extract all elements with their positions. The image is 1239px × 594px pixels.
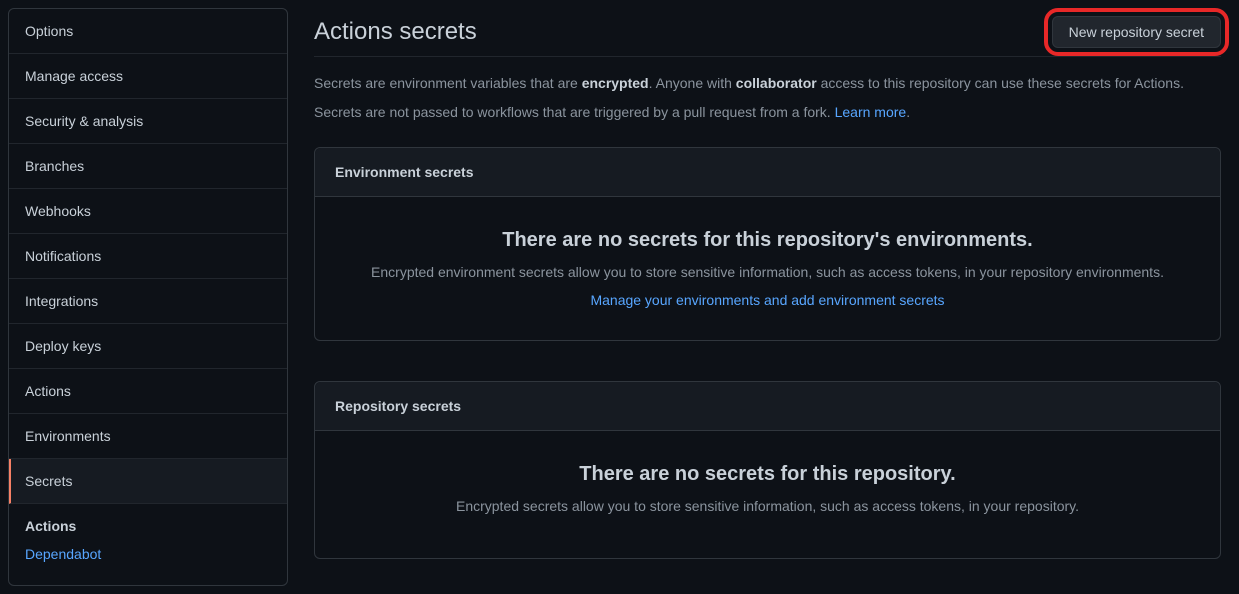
- sidebar-item-security-analysis[interactable]: Security & analysis: [9, 99, 287, 144]
- sidebar-item-integrations[interactable]: Integrations: [9, 279, 287, 324]
- manage-environments-link[interactable]: Manage your environments and add environ…: [590, 292, 944, 308]
- panel-heading: There are no secrets for this repository…: [335, 229, 1200, 252]
- panel-header-environment: Environment secrets: [315, 148, 1220, 197]
- intro-text: Secrets are not passed to workflows that…: [314, 104, 835, 120]
- sidebar-section-title: Actions: [25, 518, 271, 534]
- settings-sidebar: Options Manage access Security & analysi…: [8, 8, 288, 586]
- main-content: Actions secrets New repository secret Se…: [296, 0, 1239, 594]
- sidebar-item-webhooks[interactable]: Webhooks: [9, 189, 287, 234]
- intro-line-2: Secrets are not passed to workflows that…: [314, 102, 1221, 123]
- intro-text: . Anyone with: [649, 75, 736, 91]
- panel-description: Encrypted environment secrets allow you …: [335, 264, 1200, 280]
- sidebar-section-actions: Actions Dependabot: [9, 504, 287, 570]
- intro-bold-collaborator: collaborator: [736, 75, 817, 91]
- panel-header-repository: Repository secrets: [315, 382, 1220, 431]
- panel-body-repository: There are no secrets for this repository…: [315, 431, 1220, 558]
- sidebar-item-options[interactable]: Options: [9, 9, 287, 54]
- intro-bold-encrypted: encrypted: [582, 75, 649, 91]
- sidebar-item-actions[interactable]: Actions: [9, 369, 287, 414]
- sidebar-item-manage-access[interactable]: Manage access: [9, 54, 287, 99]
- page-title: Actions secrets: [314, 18, 477, 46]
- new-repository-secret-button[interactable]: New repository secret: [1052, 16, 1221, 48]
- intro-text: access to this repository can use these …: [817, 75, 1184, 91]
- panel-body-environment: There are no secrets for this repository…: [315, 197, 1220, 340]
- sidebar-item-environments[interactable]: Environments: [9, 414, 287, 459]
- repository-secrets-panel: Repository secrets There are no secrets …: [314, 381, 1221, 559]
- sidebar-item-branches[interactable]: Branches: [9, 144, 287, 189]
- panel-description: Encrypted secrets allow you to store sen…: [335, 498, 1200, 514]
- sidebar-item-notifications[interactable]: Notifications: [9, 234, 287, 279]
- sidebar-item-secrets[interactable]: Secrets: [9, 459, 287, 504]
- learn-more-link[interactable]: Learn more: [835, 104, 907, 120]
- page-header: Actions secrets New repository secret: [314, 16, 1221, 57]
- environment-secrets-panel: Environment secrets There are no secrets…: [314, 147, 1221, 341]
- intro-text: .: [906, 104, 910, 120]
- sidebar-sublink-dependabot[interactable]: Dependabot: [25, 542, 271, 566]
- intro-text: Secrets are environment variables that a…: [314, 75, 582, 91]
- intro-line-1: Secrets are environment variables that a…: [314, 73, 1221, 94]
- panel-heading: There are no secrets for this repository…: [335, 463, 1200, 486]
- sidebar-item-deploy-keys[interactable]: Deploy keys: [9, 324, 287, 369]
